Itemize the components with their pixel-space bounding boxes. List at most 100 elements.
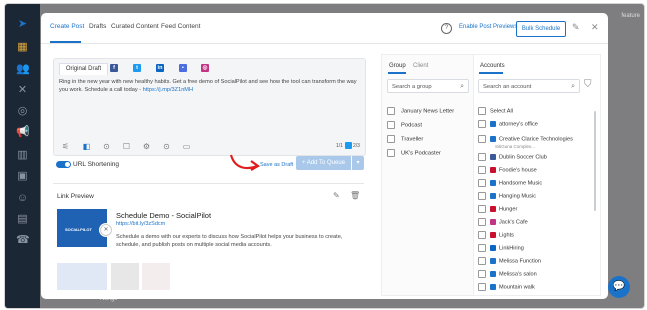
char-count-right: 2/3 xyxy=(353,143,360,149)
enable-post-previews-link[interactable]: Enable Post Previews xyxy=(459,24,517,30)
chart-icon[interactable]: ▥ xyxy=(16,149,29,162)
original-draft-tab[interactable]: Original Draft xyxy=(59,63,108,75)
account-item-label: Melissa's salon xyxy=(499,271,537,278)
account-network-icon xyxy=(490,193,496,199)
canva-icon[interactable]: ◧ xyxy=(82,142,91,151)
instagram-icon[interactable]: ◎ xyxy=(201,64,209,72)
account-item[interactable]: attorney's office xyxy=(478,120,538,130)
tag-icon[interactable]: ▭ xyxy=(182,142,191,151)
tab-group[interactable]: Group xyxy=(389,63,406,69)
preview-image-option[interactable] xyxy=(57,263,107,290)
filter-icon[interactable]: ⛉ xyxy=(584,79,592,90)
char-count-left: 1/1 xyxy=(336,143,343,149)
analytics-icon[interactable]: ✕ xyxy=(16,84,29,97)
add-to-queue-button[interactable]: + Add To Queue xyxy=(296,156,351,170)
account-item[interactable]: Hanging Music xyxy=(478,192,536,202)
google-business-icon[interactable]: ▪ xyxy=(179,64,187,72)
send-icon[interactable]: ➤ xyxy=(16,18,29,31)
account-item[interactable]: Melissa's salon xyxy=(478,270,537,280)
checkbox[interactable] xyxy=(478,107,486,115)
preview-image-option[interactable] xyxy=(142,263,170,290)
target-icon[interactable]: ◎ xyxy=(16,105,29,118)
people-icon[interactable]: 👥 xyxy=(16,63,30,76)
checkbox[interactable] xyxy=(387,135,395,143)
account-item[interactable]: Melissa Function xyxy=(478,257,541,267)
checkbox[interactable] xyxy=(478,257,486,265)
add-to-queue-dropdown[interactable]: ▾ xyxy=(352,156,364,170)
checkbox[interactable] xyxy=(478,179,486,187)
group-item[interactable]: UK's Podcaster xyxy=(387,149,441,157)
chat-fab-button[interactable]: 💬 xyxy=(608,276,630,298)
post-text-link[interactable]: https://j.mp/3Z1nMH xyxy=(143,87,193,93)
save-as-draft-link[interactable]: Save as Draft xyxy=(260,162,293,168)
post-text-body: Ring in the new year with new healthy ha… xyxy=(59,79,357,93)
checkbox[interactable] xyxy=(478,231,486,239)
calendar-icon[interactable]: ▣ xyxy=(16,170,29,183)
account-item[interactable]: Dublin Soccer Club xyxy=(478,153,547,163)
help-icon[interactable]: ? xyxy=(441,23,452,34)
account-network-icon xyxy=(490,167,496,173)
checkbox[interactable] xyxy=(478,270,486,278)
group-item[interactable]: Traveller xyxy=(387,135,423,143)
twitter-icon[interactable]: t xyxy=(133,64,141,72)
team-icon[interactable]: ☺ xyxy=(16,192,29,205)
group-item[interactable]: Podcast xyxy=(387,121,422,129)
account-item[interactable]: Lights xyxy=(478,231,514,241)
account-search-placeholder: Search an account xyxy=(483,84,532,90)
checkbox[interactable] xyxy=(478,153,486,161)
group-item[interactable]: January News Letter xyxy=(387,107,454,115)
settings-icon[interactable]: ⚙ xyxy=(142,142,151,151)
headset-icon[interactable]: ☎ xyxy=(16,234,30,247)
edit-icon[interactable]: ✎ xyxy=(572,22,580,33)
megaphone-icon[interactable]: 📢 xyxy=(16,126,30,139)
delete-icon[interactable]: 🗑 xyxy=(350,191,360,200)
media-icon[interactable]: ⚟ xyxy=(61,142,70,151)
search-icon: ⌕ xyxy=(460,83,464,90)
document-icon[interactable]: ☐ xyxy=(122,142,131,151)
group-search-input[interactable]: Search a group ⌕ xyxy=(387,79,469,93)
remove-thumbnail-icon[interactable]: ✕ xyxy=(100,224,112,236)
edit-preview-icon[interactable]: ✎ xyxy=(333,191,340,200)
account-item[interactable]: LinkHiring xyxy=(478,244,524,254)
accounts-scrollbar[interactable] xyxy=(594,111,596,211)
bulk-schedule-button[interactable]: Bulk Schedule xyxy=(516,21,566,37)
account-search-input[interactable]: Search an account ⌕ xyxy=(478,79,580,93)
checkbox[interactable] xyxy=(478,120,486,128)
account-item-label: Melissa Function xyxy=(499,258,541,265)
checkbox[interactable] xyxy=(478,244,486,252)
post-text[interactable]: Ring in the new year with new healthy ha… xyxy=(59,79,359,94)
close-icon[interactable]: ✕ xyxy=(591,22,599,33)
grid-icon[interactable]: ▦ xyxy=(16,41,29,54)
checkbox[interactable] xyxy=(478,218,486,226)
url-shortening-toggle[interactable] xyxy=(56,161,71,168)
select-all[interactable]: Select All xyxy=(478,107,513,117)
linkedin-icon[interactable]: in xyxy=(156,64,164,72)
gif-icon[interactable]: ⊙ xyxy=(102,142,111,151)
location-icon[interactable]: ⊙ xyxy=(162,142,171,151)
active-tab-underline xyxy=(50,41,81,43)
checkbox[interactable] xyxy=(478,205,486,213)
tab-client[interactable]: Client xyxy=(413,63,428,69)
document-icon[interactable]: ▤ xyxy=(16,213,29,226)
checkbox[interactable] xyxy=(387,149,395,157)
account-item[interactable]: Foodie's house xyxy=(478,166,537,176)
tab-create-post[interactable]: Create Post xyxy=(50,23,84,30)
facebook-icon[interactable]: f xyxy=(110,64,118,72)
link-preview-url[interactable]: https://bit.ly/3zSdcm xyxy=(116,221,165,227)
checkbox[interactable] xyxy=(478,192,486,200)
account-item[interactable]: Hunger xyxy=(478,205,517,215)
account-item[interactable]: Jack's Cafe xyxy=(478,218,528,228)
checkbox[interactable] xyxy=(478,283,486,291)
tab-curated-content[interactable]: Curated Content xyxy=(111,23,159,30)
checkbox[interactable] xyxy=(387,107,395,115)
preview-image-option[interactable] xyxy=(111,263,139,290)
account-item[interactable]: Mountain walk xyxy=(478,283,535,293)
tab-drafts[interactable]: Drafts xyxy=(89,23,106,30)
checkbox[interactable] xyxy=(387,121,395,129)
tab-feed-content[interactable]: Feed Content xyxy=(161,23,200,30)
account-item[interactable]: Handsome Music xyxy=(478,179,542,189)
tab-accounts[interactable]: Accounts xyxy=(480,63,505,69)
checkbox[interactable] xyxy=(478,135,486,143)
account-item[interactable]: Creative Clarice Technologies SitiGuna Co… xyxy=(478,135,573,149)
checkbox[interactable] xyxy=(478,166,486,174)
